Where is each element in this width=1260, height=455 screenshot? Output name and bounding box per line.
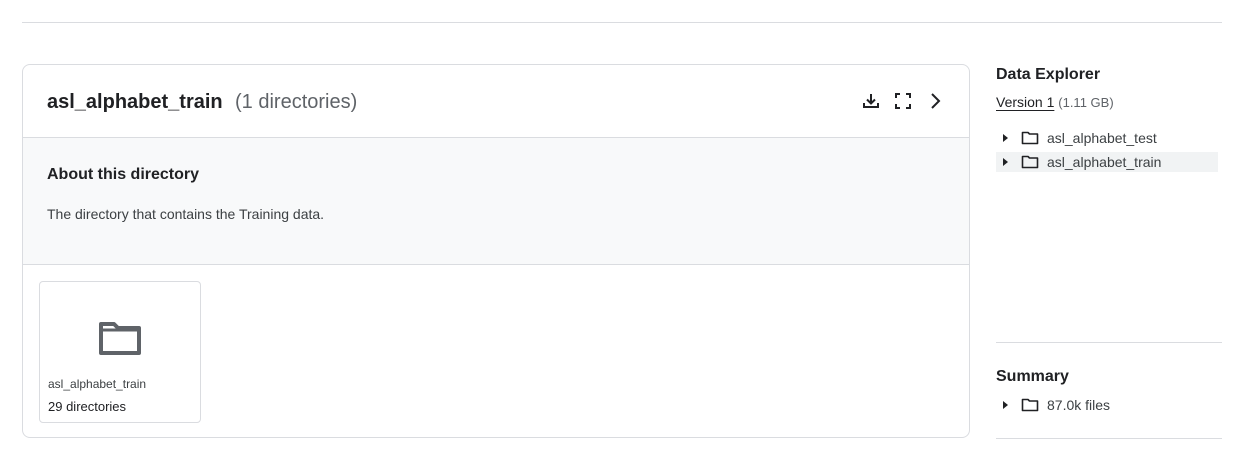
chevron-right-icon (931, 93, 941, 109)
folder-icon (99, 322, 141, 355)
about-heading: About this directory (47, 166, 200, 183)
folder-icon (1021, 398, 1039, 412)
bottom-divider (996, 438, 1222, 439)
directory-card: asl_alphabet_train (1 directories) About… (22, 64, 970, 438)
summary-files-label: 87.0k files (1047, 397, 1111, 413)
directory-count: (1 directories) (235, 91, 358, 113)
folder-icon (1021, 155, 1039, 169)
fullscreen-button[interactable] (891, 89, 915, 113)
tree-item-label: asl_alphabet_train (1047, 154, 1162, 170)
tree-item-label: asl_alphabet_test (1047, 130, 1157, 146)
card-header: asl_alphabet_train (1 directories) (23, 65, 969, 138)
directory-title: asl_alphabet_train (47, 91, 223, 113)
tree-item-asl-alphabet-test[interactable]: asl_alphabet_test (996, 128, 1218, 148)
about-description: The directory that contains the Training… (47, 206, 325, 222)
caret-right-icon[interactable] (996, 128, 1014, 148)
tile-count: 29 directories (48, 399, 127, 414)
tile-name: asl_alphabet_train (48, 377, 147, 391)
fullscreen-icon (895, 93, 911, 109)
caret-right-icon[interactable] (996, 152, 1014, 172)
directory-tile[interactable]: asl_alphabet_train 29 directories (39, 281, 201, 423)
tree-item-asl-alphabet-train[interactable]: asl_alphabet_train (996, 152, 1218, 172)
version-line: Version 1 (1.11 GB) (996, 94, 1114, 110)
download-button[interactable] (859, 89, 883, 113)
top-divider (22, 22, 1222, 23)
summary-files-row[interactable]: 87.0k files (996, 395, 1218, 415)
version-link[interactable]: Version 1 (996, 94, 1054, 110)
version-size: (1.11 GB) (1058, 95, 1114, 110)
download-icon (863, 94, 879, 108)
summary-title: Summary (996, 368, 1069, 385)
folder-icon (1021, 131, 1039, 145)
next-button[interactable] (923, 89, 947, 113)
caret-right-icon[interactable] (996, 395, 1014, 415)
summary-divider (996, 342, 1222, 343)
data-explorer-title: Data Explorer (996, 66, 1101, 83)
about-section: About this directory The directory that … (23, 138, 969, 265)
